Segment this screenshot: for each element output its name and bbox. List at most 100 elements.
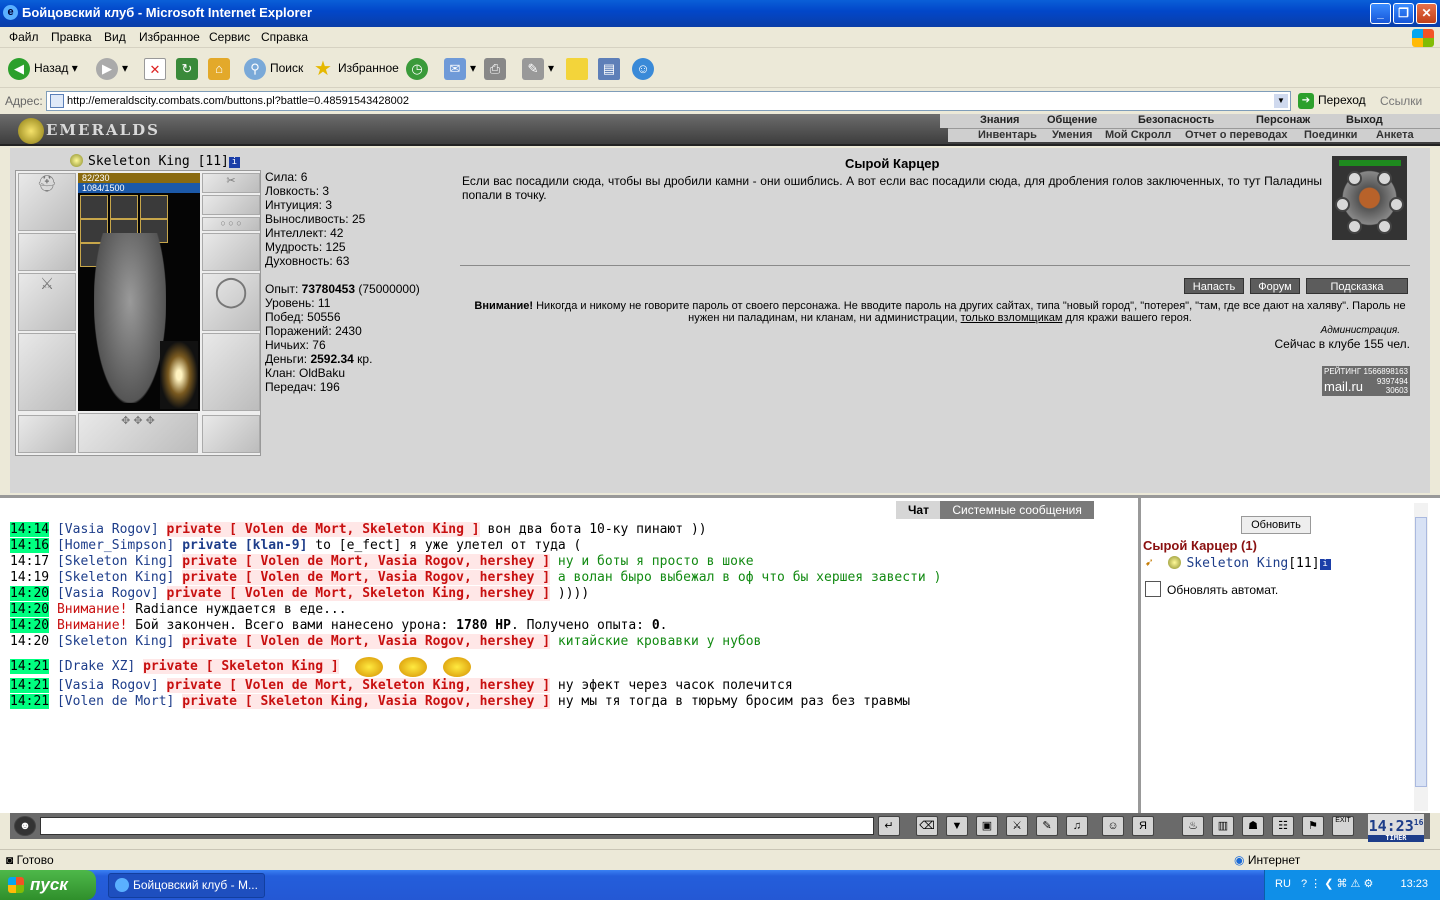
armor-slot[interactable] (18, 333, 76, 411)
smiles-icon[interactable]: ☺ (1102, 816, 1124, 836)
tab-chat[interactable]: Чат (896, 501, 941, 519)
auto-refresh-option[interactable]: Обновлять автомат. (1145, 581, 1278, 597)
map-exit-icon[interactable] (1377, 219, 1392, 234)
nav-inventory[interactable]: Инвентарь (978, 129, 1037, 141)
address-dropdown-icon[interactable]: ▼ (1274, 94, 1288, 108)
nav-knowledge[interactable]: Знания (980, 114, 1019, 126)
minimize-button[interactable]: _ (1370, 3, 1391, 24)
go-button[interactable]: ➔ Переход (1298, 93, 1366, 109)
send-button[interactable]: ↵ (878, 816, 900, 836)
exit-button[interactable]: EXIT (1332, 816, 1354, 836)
scrollbar-thumb[interactable] (1415, 517, 1427, 787)
bracers-slot[interactable] (18, 233, 76, 271)
menu-help[interactable]: Справка (261, 30, 308, 44)
back-button[interactable]: ◀ Назад ▾ (8, 56, 78, 80)
character-name[interactable]: Skeleton King [11] i (70, 154, 240, 169)
scroll-icon[interactable]: ✎ (1036, 816, 1058, 836)
hint-button[interactable]: Подсказка (1306, 278, 1408, 294)
earrings-slot[interactable]: ✂ (202, 173, 260, 193)
map-exit-icon[interactable] (1377, 171, 1392, 186)
links-button[interactable]: Ссылки (1380, 94, 1422, 108)
forward-button[interactable]: ▶ ▾ (96, 56, 128, 80)
mail-button[interactable]: ✉ ▾ (444, 56, 476, 80)
menu-view[interactable]: Вид (104, 30, 126, 44)
filter-icon[interactable]: ▼ (946, 816, 968, 836)
notes-button[interactable] (566, 56, 592, 80)
menu-tools[interactable]: Сервис (209, 30, 250, 44)
room-user[interactable]: ➹ Skeleton King[11] i (1145, 556, 1331, 571)
hackers-link[interactable]: только взломщикам (961, 312, 1063, 324)
attack-button[interactable]: Напасть (1184, 278, 1244, 294)
tray-icons[interactable]: ? ⋮ ❮ ⌘ ⚠ ⚙ (1301, 877, 1373, 890)
edit-button[interactable]: ✎ ▾ (522, 56, 554, 80)
tab-system-messages[interactable]: Системные сообщения (940, 501, 1094, 519)
forum-button[interactable]: Форум (1250, 278, 1300, 294)
history-button[interactable]: ◷ (406, 56, 432, 80)
language-indicator[interactable]: RU (1275, 878, 1291, 890)
shield-slot[interactable]: ◯ (202, 273, 260, 331)
bottle-icon[interactable]: ♨ (1182, 816, 1204, 836)
location-map[interactable] (1332, 156, 1407, 240)
nav-profile[interactable]: Анкета (1376, 129, 1414, 141)
info-icon[interactable]: i (1319, 559, 1331, 570)
nav-skills[interactable]: Умения (1052, 129, 1092, 141)
close-button[interactable]: ✕ (1416, 3, 1437, 24)
research-button[interactable]: ▤ (598, 56, 624, 80)
flag-icon[interactable]: ⚑ (1302, 816, 1324, 836)
chat-input[interactable] (40, 817, 874, 835)
search-button[interactable]: ⚲ Поиск (244, 56, 303, 80)
rings-slot[interactable]: ✥ ✥ ✥ (78, 413, 198, 453)
ear-icon[interactable]: ♫ (1066, 816, 1088, 836)
book-icon[interactable]: ▥ (1212, 816, 1234, 836)
nav-security[interactable]: Безопасность (1138, 114, 1214, 126)
map-exit-icon[interactable] (1347, 171, 1362, 186)
belt-slot[interactable] (18, 415, 76, 453)
home-button[interactable]: ⌂ (208, 56, 234, 80)
inventory-item[interactable] (140, 195, 168, 219)
address-input[interactable]: http://emeraldscity.combats.com/buttons.… (46, 91, 1291, 111)
print-button[interactable]: ⎙ (484, 56, 510, 80)
menu-file[interactable]: Файл (9, 30, 39, 44)
nav-communication[interactable]: Общение (1047, 114, 1097, 126)
map-exit-icon[interactable] (1389, 197, 1404, 212)
refresh-users-button[interactable]: Обновить (1241, 516, 1311, 534)
nav-my-scroll[interactable]: Мой Скролл (1105, 129, 1171, 141)
friends-icon[interactable]: ☷ (1272, 816, 1294, 836)
translit-icon[interactable]: Я (1132, 816, 1154, 836)
nav-exit[interactable]: Выход (1346, 114, 1383, 126)
start-button[interactable]: пуск (0, 870, 96, 900)
amulet-slot[interactable] (202, 195, 260, 215)
inventory-item[interactable] (80, 195, 108, 219)
weapon-slot[interactable]: ⚔ (18, 273, 76, 331)
fight-icon[interactable]: ⚔ (1006, 816, 1028, 836)
ring-slots[interactable]: ○ ○ ○ (202, 217, 260, 231)
nav-character[interactable]: Персонаж (1256, 114, 1310, 126)
speaker-icon[interactable]: ☻ (14, 816, 36, 836)
refresh-button[interactable]: ↻ (176, 56, 202, 80)
messenger-button[interactable]: ☺ (632, 56, 658, 80)
mailru-rating-badge[interactable]: РЕЙТИНГ mail.ru 1566898163 9397494 30603 (1322, 366, 1410, 396)
nav-transfer-report[interactable]: Отчет о переводах (1185, 129, 1288, 141)
map-exit-icon[interactable] (1347, 219, 1362, 234)
maximize-button[interactable]: ❐ (1393, 3, 1414, 24)
boots-slot[interactable] (202, 415, 260, 453)
save-icon[interactable]: ▣ (976, 816, 998, 836)
mask-icon[interactable]: ☗ (1242, 816, 1264, 836)
leggings-slot[interactable] (202, 333, 260, 411)
menu-favorites[interactable]: Избранное (139, 30, 200, 44)
helmet-slot[interactable]: ⛑ (18, 173, 76, 231)
vertical-scrollbar[interactable] (1414, 503, 1428, 811)
map-exit-icon[interactable] (1335, 197, 1350, 212)
favorites-button[interactable]: ★ Избранное (312, 56, 399, 80)
taskbar-item-ie[interactable]: Бойцовский клуб - M... (108, 873, 265, 898)
portal-icon[interactable] (160, 341, 198, 409)
private-arrow-icon[interactable]: ➹ (1145, 556, 1153, 571)
gloves-slot[interactable] (202, 233, 260, 271)
auto-refresh-checkbox[interactable] (1145, 581, 1161, 597)
nav-fights[interactable]: Поединки (1304, 129, 1357, 141)
stop-button[interactable]: ✕ (144, 56, 170, 80)
info-icon[interactable]: i (228, 157, 240, 168)
clear-icon[interactable]: ⌫ (916, 816, 938, 836)
inventory-item[interactable] (110, 195, 138, 219)
menu-edit[interactable]: Правка (51, 30, 92, 44)
